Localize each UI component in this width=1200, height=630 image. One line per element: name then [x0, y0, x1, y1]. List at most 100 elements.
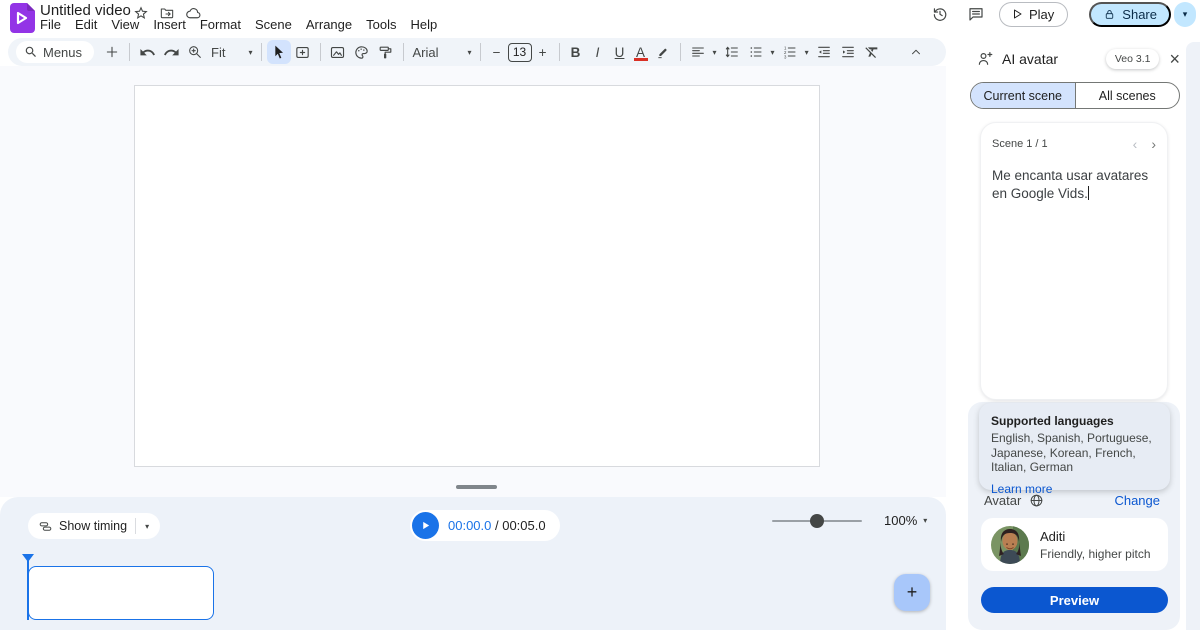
timeline-resize-handle[interactable] [456, 485, 497, 489]
insert-media-icon[interactable] [326, 40, 350, 64]
preview-button[interactable]: Preview [981, 587, 1168, 613]
panel-header: AI avatar Veo 3.1 × [976, 48, 1180, 70]
increase-font-size-button[interactable]: + [532, 45, 554, 60]
total-time: 00:05.0 [502, 518, 546, 533]
menus-search-label: Menus [43, 44, 83, 60]
veo-version-badge: Veo 3.1 [1105, 49, 1160, 69]
scene-clip-thumbnail[interactable] [28, 566, 214, 620]
app-window: Untitled video File Edit View Insert For… [0, 0, 1200, 630]
decrease-indent-icon[interactable] [812, 40, 836, 64]
underline-button[interactable]: U [609, 45, 631, 60]
toolbar: Menus Fit ▾ Arial ▾ − 13 + B I U A ▾ ▾ 1… [8, 38, 946, 66]
add-scene-button[interactable]: + [894, 574, 930, 611]
redo-icon[interactable] [159, 40, 183, 64]
decrease-font-size-button[interactable]: − [486, 45, 508, 60]
show-timing-label: Show timing [59, 519, 128, 533]
menu-view[interactable]: View [104, 15, 146, 34]
select-tool-button[interactable] [266, 40, 291, 64]
bulleted-list-icon[interactable] [744, 40, 768, 64]
font-caret-icon[interactable]: ▾ [465, 48, 475, 57]
menu-help[interactable]: Help [403, 15, 444, 34]
theme-palette-icon[interactable] [350, 40, 374, 64]
show-timing-icon [39, 521, 52, 531]
selected-avatar-card[interactable]: Aditi Friendly, higher pitch [981, 518, 1168, 571]
toolbar-divider [679, 43, 681, 61]
toolbar-divider [479, 43, 481, 61]
previous-scene-icon[interactable]: ‹ [1133, 136, 1138, 152]
language-globe-icon[interactable] [1029, 493, 1044, 508]
fit-caret-icon[interactable]: ▾ [245, 48, 255, 57]
toolbar-divider [129, 43, 131, 61]
text-color-button[interactable]: A [631, 45, 651, 61]
font-size-input[interactable]: 13 [507, 42, 532, 62]
insert-text-box-icon[interactable] [291, 40, 315, 64]
bulleted-list-caret-icon[interactable]: ▾ [768, 48, 778, 57]
menu-insert[interactable]: Insert [146, 15, 193, 34]
align-icon[interactable] [686, 40, 710, 64]
timeline-play-button[interactable] [412, 512, 439, 539]
menu-edit[interactable]: Edit [68, 15, 104, 34]
comment-icon[interactable] [958, 1, 994, 27]
zoom-level[interactable]: 100% [884, 513, 917, 528]
toolbar-divider [260, 43, 262, 61]
font-family-select[interactable]: Arial [409, 45, 443, 60]
workspace [0, 66, 946, 497]
zoom-slider[interactable] [772, 513, 862, 528]
toolbar-divider [319, 43, 321, 61]
show-timing-caret-icon[interactable]: ▾ [142, 522, 152, 531]
scene-card: Scene 1 / 1 ‹ › Me encanta usar avatares… [980, 122, 1168, 400]
tab-current-scene[interactable]: Current scene [971, 83, 1076, 108]
italic-button[interactable]: I [587, 45, 609, 60]
menus-search-button[interactable]: Menus [16, 41, 95, 63]
close-panel-icon[interactable]: × [1169, 50, 1180, 68]
share-button-label: Share [1122, 6, 1157, 22]
scene-counter: Scene 1 / 1 [992, 138, 1048, 150]
undo-icon[interactable] [135, 40, 159, 64]
avatar-voice-description: Friendly, higher pitch [1040, 546, 1151, 561]
toolbar-divider [402, 43, 404, 61]
fit-zoom-select[interactable]: Fit [207, 45, 229, 60]
languages-title: Supported languages [991, 414, 1114, 428]
increase-indent-icon[interactable] [836, 40, 860, 64]
numbered-list-icon[interactable]: 123 [778, 40, 802, 64]
playback-control: 00:00.0 / 00:05.0 [410, 510, 560, 541]
menu-tools[interactable]: Tools [359, 15, 403, 34]
change-avatar-link[interactable]: Change [1114, 493, 1160, 508]
text-cursor [1087, 186, 1089, 201]
share-button[interactable]: Share [1089, 1, 1171, 27]
right-edge-rail [1186, 42, 1200, 630]
clear-formatting-icon[interactable] [860, 40, 884, 64]
avatar-name: Aditi [1040, 528, 1066, 544]
video-canvas[interactable] [134, 85, 820, 467]
line-spacing-icon[interactable] [720, 40, 744, 64]
timeline-zoom-control: 100% ▾ [772, 513, 927, 528]
menu-scene[interactable]: Scene [248, 15, 299, 34]
menu-arrange[interactable]: Arrange [299, 15, 359, 34]
languages-list: English, Spanish, Portuguese, Japanese, … [991, 431, 1152, 475]
highlight-color-icon[interactable] [651, 40, 675, 64]
menu-format[interactable]: Format [193, 15, 248, 34]
current-time: 00:00.0 [448, 518, 492, 533]
time-display: 00:00.0 / 00:05.0 [448, 518, 546, 533]
svg-text:3: 3 [784, 54, 787, 59]
show-timing-button[interactable]: Show timing ▾ [28, 513, 161, 539]
next-scene-icon[interactable]: › [1151, 136, 1156, 152]
supported-languages-tooltip: Supported languages English, Spanish, Po… [979, 403, 1170, 496]
add-button[interactable] [100, 40, 124, 64]
version-history-icon[interactable] [922, 1, 958, 27]
scene-script-input[interactable]: Me encanta usar avatares en Google Vids. [992, 167, 1156, 203]
zoom-icon[interactable] [183, 40, 207, 64]
paint-format-icon[interactable] [374, 40, 398, 64]
menu-file[interactable]: File [33, 15, 68, 34]
panel-title: AI avatar [1002, 51, 1059, 67]
numbered-list-caret-icon[interactable]: ▾ [802, 48, 812, 57]
bold-button[interactable]: B [565, 45, 587, 60]
play-button[interactable]: Play [999, 1, 1069, 27]
tab-all-scenes[interactable]: All scenes [1076, 83, 1180, 108]
google-vids-logo[interactable] [8, 3, 35, 33]
zoom-slider-thumb[interactable] [810, 513, 824, 528]
collapse-toolbar-icon[interactable] [904, 40, 928, 64]
zoom-caret-icon[interactable]: ▾ [923, 516, 927, 525]
align-caret-icon[interactable]: ▾ [710, 48, 720, 57]
share-dropdown-caret[interactable]: ▾ [1174, 1, 1196, 27]
